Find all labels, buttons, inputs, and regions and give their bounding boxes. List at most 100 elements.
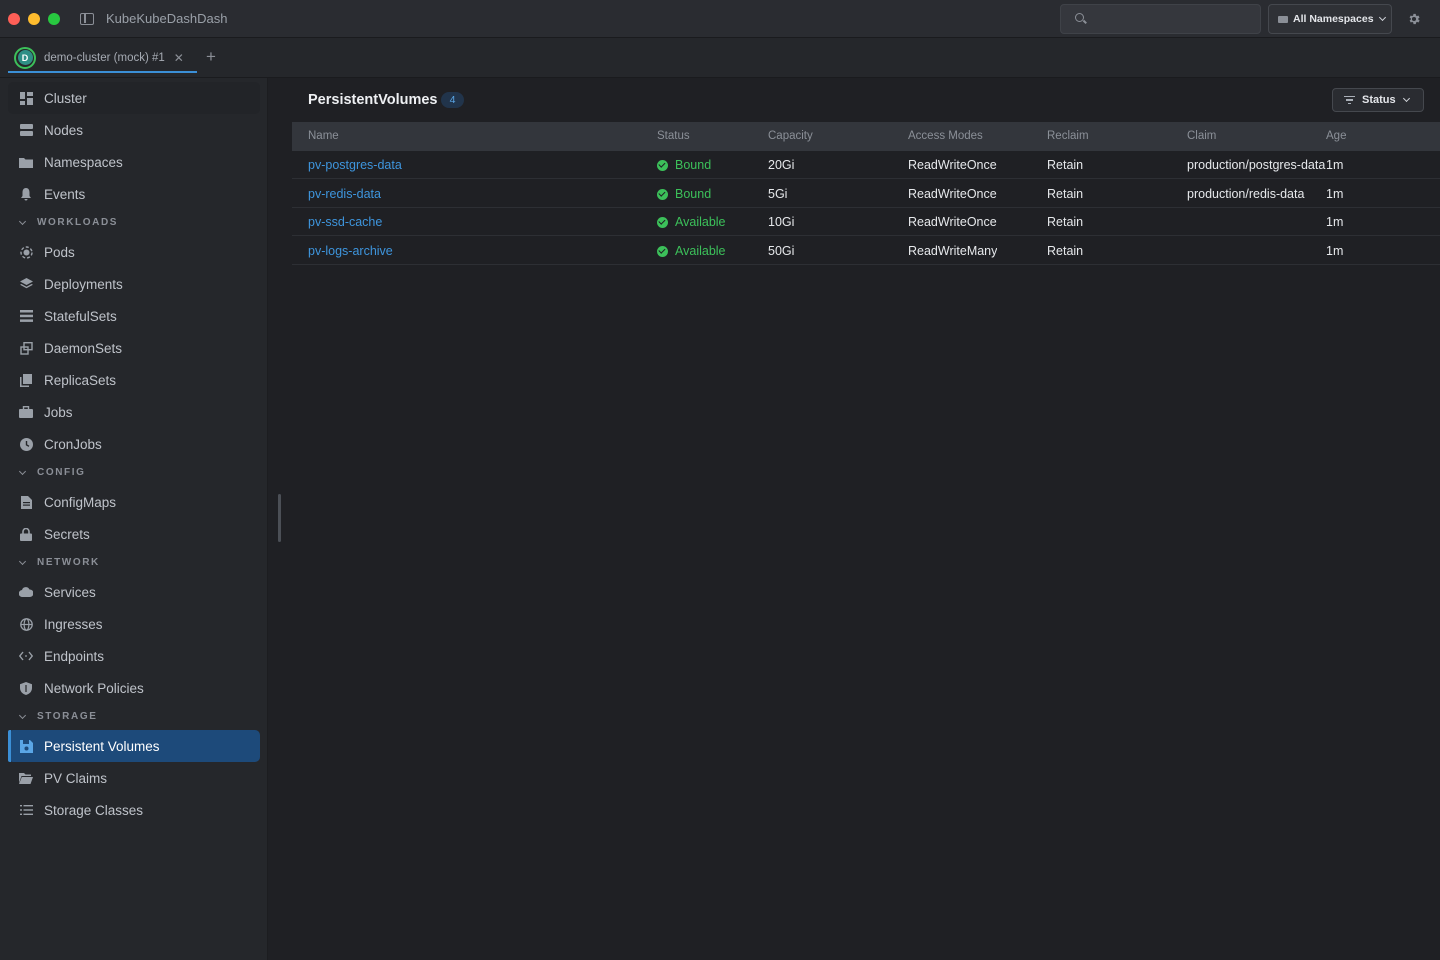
sidebar-item-cluster[interactable]: Cluster	[8, 82, 260, 114]
pv-name-link[interactable]: pv-logs-archive	[308, 244, 393, 258]
namespace-select[interactable]: All Namespaces	[1268, 4, 1392, 34]
cloud-icon	[19, 585, 33, 599]
sidebar-item-persistent-volumes[interactable]: Persistent Volumes	[8, 730, 260, 762]
sidebar-item-label: ConfigMaps	[44, 494, 117, 510]
sidebar-item-services[interactable]: Services	[8, 576, 260, 608]
status-filter-button[interactable]: Status	[1332, 88, 1424, 112]
search-box[interactable]	[1060, 4, 1261, 34]
sidebar-item-label: CronJobs	[44, 436, 102, 452]
maximize-window-button[interactable]	[48, 12, 60, 25]
column-header-name[interactable]: Name	[308, 130, 339, 142]
pod-icon	[19, 245, 33, 259]
sidebar-item-label: Cluster	[44, 90, 87, 106]
sidebar-item-events[interactable]: Events	[8, 178, 260, 210]
sidebar-item-configmaps[interactable]: ConfigMaps	[8, 486, 260, 518]
status-badge: Bound	[657, 158, 711, 172]
sidebar-item-label: Nodes	[44, 122, 84, 138]
namespace-select-label: All Namespaces	[1293, 13, 1374, 25]
sidebar-item-cronjobs[interactable]: CronJobs	[8, 428, 260, 460]
sidebar-item-label: PV Claims	[44, 770, 108, 786]
close-window-button[interactable]	[8, 12, 20, 25]
server-icon	[19, 123, 33, 137]
lock-icon	[19, 527, 33, 541]
dashboard-icon	[19, 91, 33, 105]
sidebar-item-label: Persistent Volumes	[44, 738, 160, 754]
app-title: KubeKubeDashDash	[106, 11, 228, 26]
section-header-config[interactable]: CONFIG	[18, 467, 86, 478]
reclaim-cell: Retain	[1047, 215, 1084, 229]
sidebar-item-label: Jobs	[44, 404, 73, 420]
age-cell: 1m	[1326, 244, 1344, 258]
column-header-claim[interactable]: Claim	[1187, 130, 1216, 142]
sidebar-item-storage-classes[interactable]: Storage Classes	[8, 794, 260, 826]
sidebar-item-nodes[interactable]: Nodes	[8, 114, 260, 146]
sidebar-item-label: Ingresses	[44, 616, 103, 632]
sidebar-item-network-policies[interactable]: Network Policies	[8, 672, 260, 704]
age-cell: 1m	[1326, 158, 1344, 172]
column-header-reclaim[interactable]: Reclaim	[1047, 130, 1089, 142]
sidebar-item-label: Network Policies	[44, 680, 144, 696]
add-tab-button[interactable]: +	[206, 47, 216, 67]
sidebar-item-label: DaemonSets	[44, 340, 123, 356]
list-bullets-icon	[19, 803, 33, 817]
minimize-window-button[interactable]	[28, 12, 40, 25]
pv-name-link[interactable]: pv-ssd-cache	[308, 215, 382, 229]
bell-icon	[19, 187, 33, 201]
access-modes-cell: ReadWriteMany	[908, 244, 998, 258]
chevron-down-icon	[18, 217, 27, 225]
sidebar-item-jobs[interactable]: Jobs	[8, 396, 260, 428]
section-header-network[interactable]: NETWORK	[18, 557, 100, 568]
sidebar-item-namespaces[interactable]: Namespaces	[8, 146, 260, 178]
sidebar-item-deployments[interactable]: Deployments	[8, 268, 260, 300]
search-input[interactable]	[1093, 10, 1253, 28]
sidebar-item-replicasets[interactable]: ReplicaSets	[8, 364, 260, 396]
status-badge: Bound	[657, 187, 711, 201]
reclaim-cell: Retain	[1047, 244, 1084, 258]
column-header-capacity[interactable]: Capacity	[768, 130, 813, 142]
section-header-storage[interactable]: STORAGE	[18, 711, 97, 722]
claim-cell: production/postgres-data	[1187, 158, 1326, 172]
sidebar-item-daemonsets[interactable]: DaemonSets	[8, 332, 260, 364]
sidebar-item-pv-claims[interactable]: PV Claims	[8, 762, 260, 794]
status-filter-label: Status	[1362, 94, 1396, 106]
sidebar-item-endpoints[interactable]: Endpoints	[8, 640, 260, 672]
pv-name-link[interactable]: pv-redis-data	[308, 187, 381, 201]
column-header-access-modes[interactable]: Access Modes	[908, 130, 983, 142]
cluster-tab[interactable]: D demo-cluster (mock) #1 ✕	[8, 44, 197, 73]
sidebar-resize-handle[interactable]	[278, 494, 281, 542]
folder-open-icon	[19, 771, 33, 785]
table-row[interactable]: pv-logs-archive Available 50Gi ReadWrite…	[292, 237, 1440, 265]
column-header-age[interactable]: Age	[1326, 130, 1346, 142]
table-row[interactable]: pv-ssd-cache Available 10Gi ReadWriteOnc…	[292, 208, 1440, 236]
layers-icon	[19, 277, 33, 291]
table-row[interactable]: pv-redis-data Bound 5Gi ReadWriteOnce Re…	[292, 180, 1440, 208]
pv-name-link[interactable]: pv-postgres-data	[308, 158, 402, 172]
capacity-cell: 50Gi	[768, 244, 795, 258]
search-icon	[1075, 13, 1084, 22]
column-header-status[interactable]: Status	[657, 130, 690, 142]
cluster-tab-bar: D demo-cluster (mock) #1 ✕ +	[0, 38, 1440, 78]
copy-icon	[19, 341, 33, 355]
chevron-down-icon	[18, 467, 27, 475]
gear-icon[interactable]	[1407, 12, 1421, 26]
access-modes-cell: ReadWriteOnce	[908, 215, 997, 229]
sidebar-item-pods[interactable]: Pods	[8, 236, 260, 268]
close-tab-icon[interactable]: ✕	[174, 51, 184, 65]
chevron-down-icon	[1378, 13, 1386, 22]
check-circle-icon	[657, 216, 668, 228]
filter-icon	[1344, 96, 1355, 104]
claim-cell: production/redis-data	[1187, 187, 1305, 201]
sidebar-item-statefulsets[interactable]: StatefulSets	[8, 300, 260, 332]
status-badge: Available	[657, 244, 726, 258]
section-header-workloads[interactable]: WORKLOADS	[18, 217, 118, 228]
sidebar-item-secrets[interactable]: Secrets	[8, 518, 260, 550]
shield-icon	[19, 681, 33, 695]
sidebar-item-label: Namespaces	[44, 154, 123, 170]
reclaim-cell: Retain	[1047, 158, 1084, 172]
sidebar-item-label: Events	[44, 186, 86, 202]
sidebar-item-ingresses[interactable]: Ingresses	[8, 608, 260, 640]
globe-icon	[19, 617, 33, 631]
sidebar-toggle-icon[interactable]	[80, 12, 94, 25]
table-row[interactable]: pv-postgres-data Bound 20Gi ReadWriteOnc…	[292, 151, 1440, 179]
code-icon	[19, 649, 33, 663]
